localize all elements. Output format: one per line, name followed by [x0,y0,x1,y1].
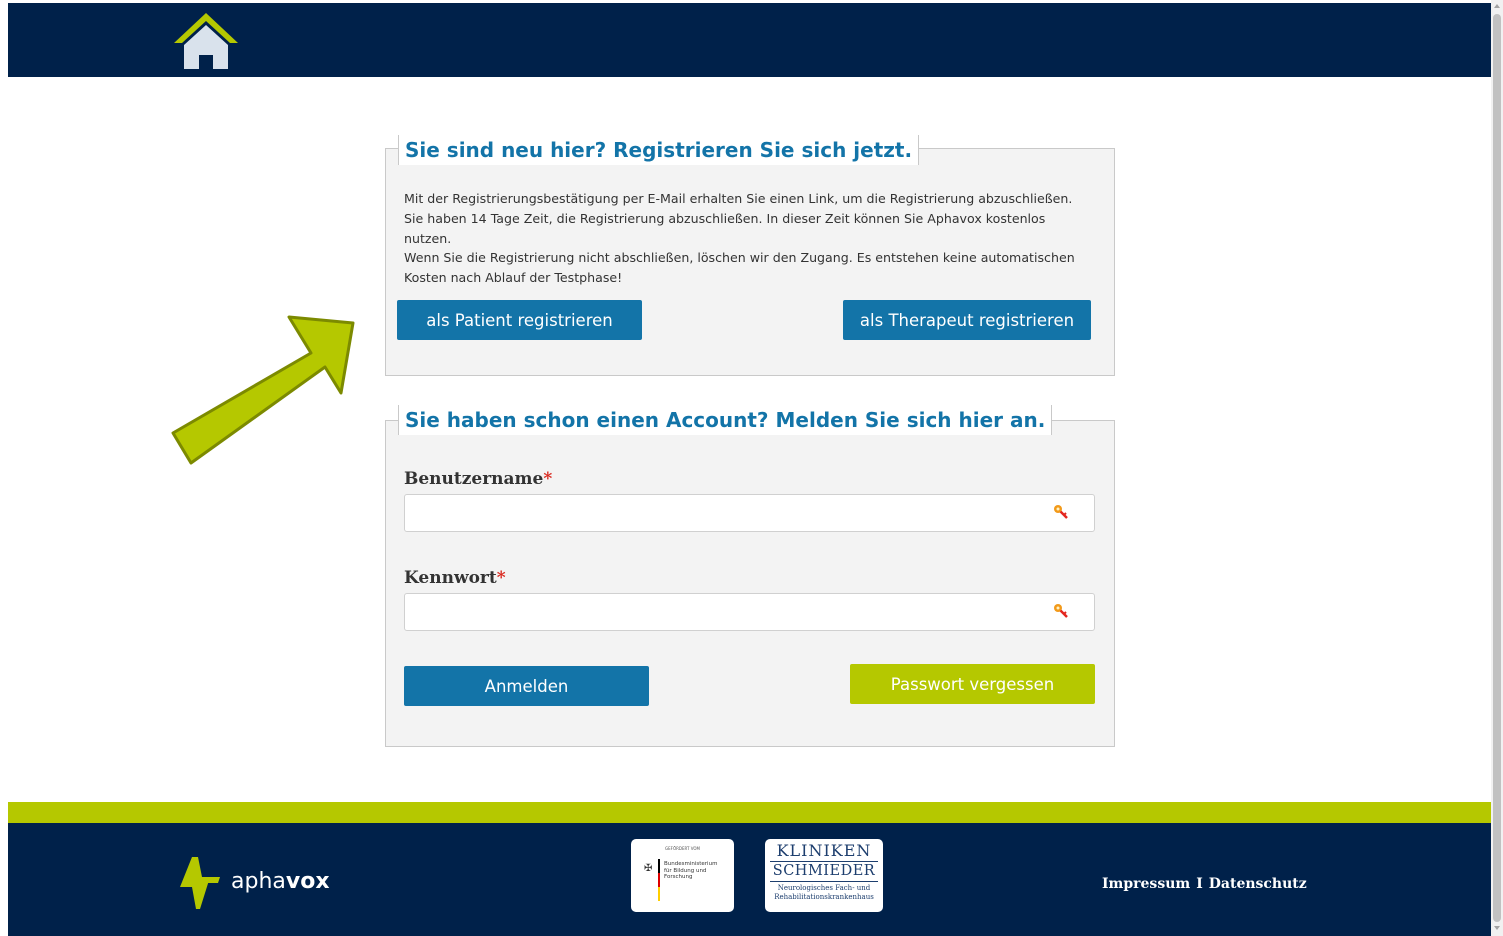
username-label: Benutzername* [404,469,552,489]
footer-links: Impressum I Datenschutz [1102,876,1307,892]
klinik-divider [770,861,878,862]
password-input[interactable] [404,593,1095,631]
footer-accent-stripe [8,802,1491,823]
aphavox-logo-icon [180,853,220,909]
klinik-line-1: KLINIKEN [776,841,872,860]
home-icon[interactable] [170,11,242,71]
flag-icon [658,859,660,901]
login-button[interactable]: Anmelden [404,666,649,706]
footer: aphavox GEFÖRDERT VOM ✠ Bundesministeriu… [8,823,1491,936]
forgot-password-button[interactable]: Passwort vergessen [850,664,1095,704]
klinik-divider [770,881,878,882]
register-patient-button[interactable]: als Patient registrieren [397,300,642,340]
bmbf-funded-by: GEFÖRDERT VOM [665,846,700,851]
logo-text-prefix: apha [231,869,286,894]
logo-text-suffix: vox [285,869,330,894]
login-panel: Sie haben schon einen Account? Melden Si… [385,405,1115,747]
username-input[interactable] [404,494,1095,532]
klinik-line-2: SCHMIEDER [772,863,876,879]
klinik-line-3: Neurologisches Fach- und Rehabilitations… [774,884,874,901]
datenschutz-link[interactable]: Datenschutz [1209,876,1307,892]
key-icon [1053,603,1069,619]
password-label-text: Kennwort [404,568,497,588]
register-therapist-button[interactable]: als Therapeut registrieren [843,300,1091,340]
bmbf-logo: GEFÖRDERT VOM ✠ Bundesministerium für Bi… [631,839,734,912]
scroll-up-icon[interactable] [1494,4,1500,8]
annotation-arrow-icon [165,305,365,470]
aphavox-logo-text: aphavox [231,869,330,894]
password-label: Kennwort* [404,568,506,588]
top-header [8,3,1491,77]
scrollbar-thumb[interactable] [1493,14,1501,922]
registration-info-paragraph-2: Wenn Sie die Registrierung nicht abschli… [404,250,1075,286]
kliniken-schmieder-logo: KLINIKEN SCHMIEDER Neurologisches Fach- … [765,839,883,912]
key-icon [1053,504,1069,520]
eagle-icon: ✠ [644,863,653,874]
username-label-text: Benutzername [404,469,544,489]
scroll-down-icon[interactable] [1494,926,1500,930]
bmbf-name: Bundesministerium für Bildung und Forsch… [664,861,718,880]
registration-panel: Sie sind neu hier? Registrieren Sie sich… [385,135,1115,376]
required-asterisk: * [496,568,506,588]
registration-info-paragraph-1: Mit der Registrierungsbestätigung per E-… [404,191,1073,246]
login-title: Sie haben schon einen Account? Melden Si… [398,405,1053,435]
registration-title: Sie sind neu hier? Registrieren Sie sich… [398,135,920,165]
page: Sie sind neu hier? Registrieren Sie sich… [0,0,1503,936]
impressum-link[interactable]: Impressum [1102,876,1190,892]
footer-link-separator: I [1196,876,1203,892]
registration-info: Mit der Registrierungsbestätigung per E-… [404,189,1094,288]
vertical-scrollbar[interactable] [1491,0,1503,936]
required-asterisk: * [543,469,553,489]
